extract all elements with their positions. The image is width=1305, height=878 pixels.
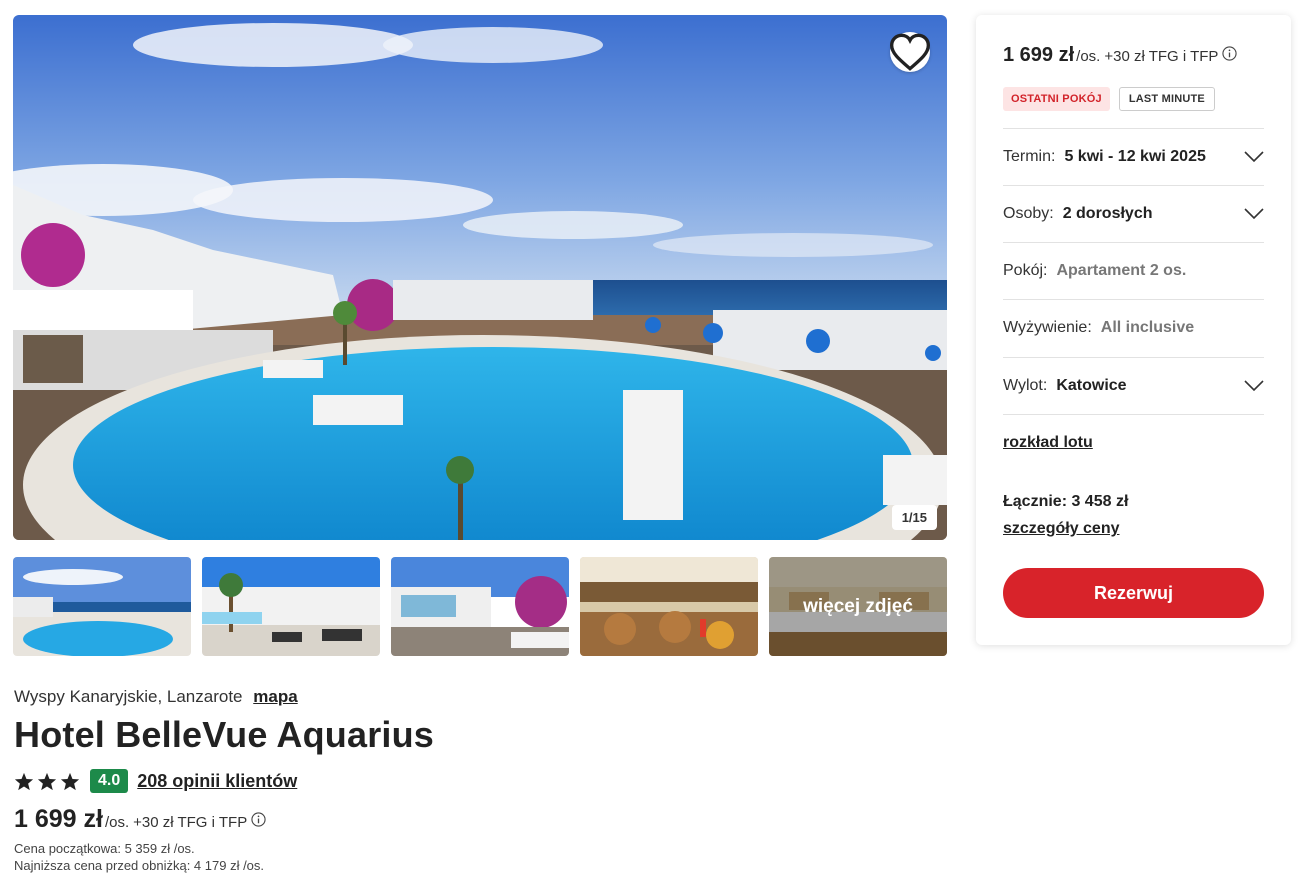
divider (1003, 414, 1264, 415)
last-minute-tag: LAST MINUTE (1118, 87, 1215, 111)
hotel-price-extra: +30 zł TFG i TFP (133, 814, 248, 831)
info-icon[interactable] (1222, 46, 1238, 61)
main-photo[interactable]: 1/15 (13, 15, 947, 540)
card-price-row: 1 699 zł /os. +30 zł TFG i TFP (1003, 44, 1238, 67)
star-icon (60, 772, 80, 790)
favorite-button[interactable] (890, 32, 930, 72)
total-price: Łącznie: 3 458 zł (1003, 493, 1129, 510)
option-persons[interactable]: Osoby: 2 dorosłych (1003, 185, 1264, 242)
option-dates[interactable]: Termin: 5 kwi - 12 kwi 2025 (1003, 128, 1264, 185)
last-room-tag: OSTATNI POKÓJ (1003, 87, 1110, 111)
thumbnail-restaurant[interactable] (580, 557, 758, 656)
garden-thumbnail-image (391, 557, 569, 656)
restaurant-thumbnail-image (580, 557, 758, 656)
star-icon (37, 772, 57, 790)
hotel-name: Hotel BelleVue Aquarius (14, 714, 435, 755)
info-icon[interactable] (251, 812, 266, 827)
hotel-stars (14, 772, 80, 791)
booking-card: 1 699 zł /os. +30 zł TFG i TFP OSTATNI P… (976, 15, 1291, 645)
option-room-label: Pokój: (1003, 262, 1048, 279)
thumbnail-terrace[interactable] (202, 557, 380, 656)
rating-score-badge: 4.0 (90, 769, 129, 793)
hotel-price-unit: /os. (104, 814, 130, 831)
original-price: Cena początkowa: 5 359 zł /os. (14, 841, 195, 856)
chevron-down-icon (1244, 208, 1264, 220)
hotel-price: 1 699 zł (14, 805, 103, 833)
hotel-location: Wyspy Kanaryjskie, Lanzarote mapa (14, 687, 298, 707)
option-persons-label: Osoby: (1003, 205, 1054, 222)
location-text: Wyspy Kanaryjskie, Lanzarote (14, 687, 243, 706)
pool-thumbnail-image (13, 557, 191, 656)
option-board-value: All inclusive (1100, 319, 1195, 336)
heart-icon (890, 33, 930, 71)
option-room: Pokój: Apartament 2 os. (1003, 242, 1264, 299)
chevron-down-icon (1244, 151, 1264, 163)
thumbnail-strip: więcej zdjęć (13, 557, 947, 656)
option-room-value: Apartament 2 os. (1056, 262, 1187, 279)
reviews-link[interactable]: 208 opinii klientów (137, 771, 297, 792)
option-board: Wyżywienie: All inclusive (1003, 299, 1264, 356)
star-icon (14, 772, 34, 790)
option-board-label: Wyżywienie: (1003, 319, 1092, 336)
option-departure-value: Katowice (1056, 377, 1127, 394)
hotel-price-row: 1 699 zł /os. +30 zł TFG i TFP (14, 805, 266, 834)
map-link[interactable]: mapa (253, 687, 297, 706)
more-photos-label: więcej zdjęć (769, 557, 947, 656)
option-persons-value: 2 dorosłych (1062, 205, 1153, 222)
option-dates-value: 5 kwi - 12 kwi 2025 (1064, 148, 1206, 165)
lowest-price-note: Najniższa cena przed obniżką: 4 179 zł /… (14, 858, 265, 873)
terrace-thumbnail-image (202, 557, 380, 656)
price-details-link[interactable]: szczegóły ceny (1003, 520, 1120, 538)
hotel-pool-photo (13, 15, 947, 540)
rating-row: 4.0 208 opinii klientów (14, 769, 297, 793)
thumbnail-pool[interactable] (13, 557, 191, 656)
option-dates-label: Termin: (1003, 148, 1056, 165)
chevron-down-icon (1244, 380, 1264, 392)
option-departure-label: Wylot: (1003, 377, 1048, 394)
photo-counter: 1/15 (891, 505, 937, 530)
card-price-unit: /os. (1076, 48, 1101, 65)
offer-tags: OSTATNI POKÓJ LAST MINUTE (1003, 87, 1215, 111)
thumbnail-garden[interactable] (391, 557, 569, 656)
thumbnail-more-photos[interactable]: więcej zdjęć (769, 557, 947, 656)
card-price-extra: +30 zł TFG i TFP (1104, 48, 1219, 65)
reserve-button[interactable]: Rezerwuj (1003, 568, 1264, 618)
flight-schedule-link[interactable]: rozkład lotu (1003, 434, 1093, 452)
card-price: 1 699 zł (1003, 44, 1075, 66)
option-departure[interactable]: Wylot: Katowice (1003, 357, 1264, 414)
